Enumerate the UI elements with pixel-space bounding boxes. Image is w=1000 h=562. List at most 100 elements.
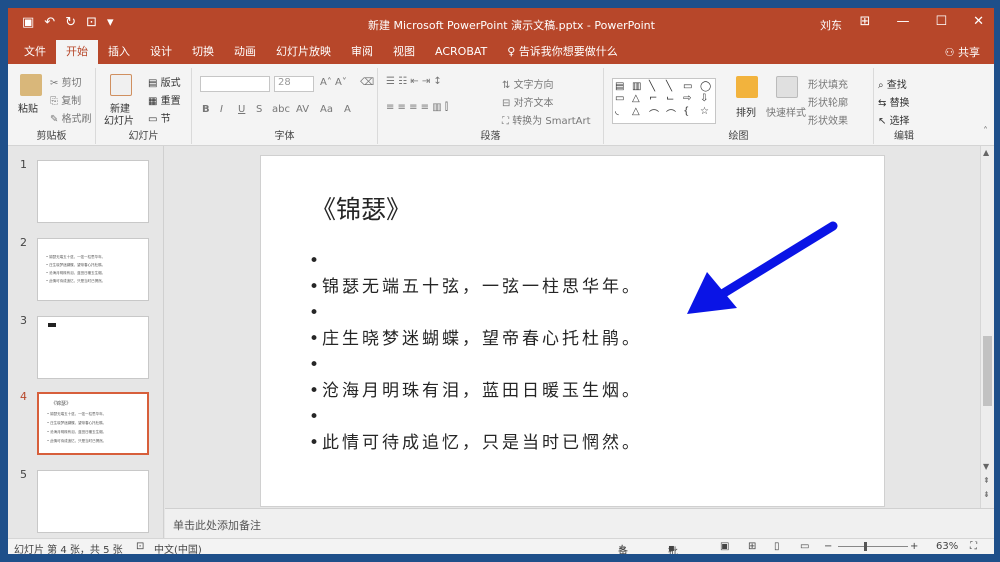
curve3-shape-icon[interactable]: ⌒	[666, 106, 682, 121]
smartart-button[interactable]: ⛶ 转换为 SmartArt	[502, 112, 591, 127]
reading-view-icon[interactable]: ▯	[774, 541, 780, 552]
tab-home[interactable]: 开始	[56, 40, 98, 64]
align-icons[interactable]: ≡ ≡ ≡ ≡ ▥ ⫿	[386, 102, 448, 113]
new-slide-icon[interactable]	[110, 74, 132, 96]
text-direction-button[interactable]: ⇅ 文字方向	[502, 76, 554, 91]
rect2-shape-icon[interactable]: ▭	[615, 93, 631, 104]
tab-slideshow[interactable]: 幻灯片放映	[266, 40, 341, 64]
cut-button[interactable]: ✂ 剪切	[50, 74, 82, 89]
zoom-in-icon[interactable]: +	[910, 541, 918, 552]
arrange-button[interactable]: 排列	[736, 104, 756, 119]
font-size-combo[interactable]: 28	[274, 76, 314, 92]
paste-icon[interactable]	[20, 74, 42, 96]
tab-animations[interactable]: 动画	[224, 40, 266, 64]
slideshow-view-icon[interactable]: ▭	[800, 541, 809, 552]
ribbon-options-icon[interactable]: ⊞	[860, 14, 871, 29]
tab-review[interactable]: 审阅	[341, 40, 383, 64]
tab-design[interactable]: 设计	[140, 40, 182, 64]
scroll-down-icon[interactable]: ▼	[983, 462, 989, 471]
italic-button[interactable]: I	[220, 104, 223, 115]
brace-shape-icon[interactable]: {	[683, 106, 699, 121]
vertical-scrollbar[interactable]: ▲ ▼ ⇞ ⇟	[980, 146, 994, 508]
rect-shape-icon[interactable]: ▭	[683, 81, 699, 92]
new-slide-button-label[interactable]: 幻灯片	[104, 112, 134, 127]
slide-title[interactable]: 《锦瑟》	[311, 190, 411, 226]
prev-slide-icon[interactable]: ⇞	[983, 476, 990, 485]
arrow-shape-icon[interactable]: ⇨	[683, 93, 699, 104]
copy-button[interactable]: ⎘ 复制	[50, 92, 81, 107]
zoom-level[interactable]: 63%	[936, 541, 958, 552]
slide-body[interactable]: • •锦瑟无端五十弦，一弦一柱思华年。 • •庄生晓梦迷蝴蝶，望帝春心托杜鹃。 …	[309, 248, 642, 456]
restore-button[interactable]: ☐	[935, 14, 947, 29]
undo-icon[interactable]: ↶	[44, 15, 55, 30]
elbow-shape-icon[interactable]: ⌐	[649, 93, 665, 104]
zoom-slider[interactable]	[838, 546, 908, 547]
curve-shape-icon[interactable]: ◟	[615, 106, 631, 121]
replace-button[interactable]: ⇆ 替换	[878, 94, 910, 109]
redo-icon[interactable]: ↻	[65, 15, 76, 30]
tab-insert[interactable]: 插入	[98, 40, 140, 64]
bold-button[interactable]: B	[202, 104, 210, 115]
line-shape-icon[interactable]: ╲	[649, 81, 665, 92]
shapes-gallery[interactable]: ▤ ▥ ╲ ╲ ▭ ◯ ▭ △ ⌐ ⌙ ⇨ ⇩ ◟ △ ⌒ ⌒{☆	[612, 78, 716, 124]
round-shape-icon[interactable]: △	[632, 106, 648, 121]
quick-styles-button[interactable]: 快速样式	[766, 104, 806, 119]
star-shape-icon[interactable]: ☆	[700, 106, 716, 121]
normal-view-icon[interactable]: ▣	[720, 541, 729, 552]
change-case-button[interactable]: Aa	[320, 104, 333, 115]
oval-shape-icon[interactable]: ◯	[700, 81, 716, 92]
user-name[interactable]: 刘东	[820, 17, 842, 33]
align-text-button[interactable]: ⊟ 对齐文本	[502, 94, 554, 109]
spelling-icon[interactable]: ⊡	[136, 541, 144, 552]
font-color-button[interactable]: A	[344, 104, 351, 115]
strike-button[interactable]: S	[256, 104, 262, 115]
select-button[interactable]: ↖ 选择	[878, 112, 910, 127]
layout-button[interactable]: ▤ 版式	[148, 74, 181, 89]
quick-styles-icon[interactable]	[776, 76, 798, 98]
tell-me-box[interactable]: ♀ 告诉我你想要做什么	[507, 40, 618, 64]
underline-button[interactable]: U	[238, 104, 245, 115]
slide-thumbnail-1[interactable]	[37, 160, 149, 223]
shape-effects-button[interactable]: 形状效果	[808, 112, 848, 127]
language-indicator[interactable]: 中文(中国)	[154, 541, 202, 554]
reset-button[interactable]: ▦ 重置	[148, 92, 181, 107]
collapse-ribbon-icon[interactable]: ˄	[983, 126, 988, 137]
grow-font-icon[interactable]: A˄ A˅	[320, 77, 347, 88]
slide-thumbnail-3[interactable]	[37, 316, 149, 379]
save-icon[interactable]: ▣	[22, 15, 34, 30]
customize-qat-icon[interactable]: ▾	[107, 15, 114, 30]
zoom-slider-thumb[interactable]	[864, 542, 867, 551]
zoom-out-icon[interactable]: −	[824, 541, 832, 552]
curve2-shape-icon[interactable]: ⌒	[649, 106, 665, 121]
slide-thumbnail-4[interactable]: 《锦瑟》 • 锦瑟无端五十弦，一弦一柱思华年。 • 庄生晓梦迷蝴蝶，望帝春心托杜…	[37, 392, 149, 455]
elbow2-shape-icon[interactable]: ⌙	[666, 93, 682, 104]
shadow-button[interactable]: abc	[272, 104, 290, 115]
fit-to-window-icon[interactable]: ⛶	[970, 541, 977, 552]
scrollbar-thumb[interactable]	[983, 336, 992, 406]
line2-shape-icon[interactable]: ╲	[666, 81, 682, 92]
clear-format-icon[interactable]: ⌫	[360, 77, 374, 88]
minimize-button[interactable]: —	[896, 14, 909, 29]
shape-outline-button[interactable]: 形状轮廓	[808, 94, 848, 109]
arrange-icon[interactable]	[736, 76, 758, 98]
slide-thumbnail-2[interactable]: • 锦瑟无端五十弦，一弦一柱思华年。 • 庄生晓梦迷蝴蝶，望帝春心托杜鹃。 • …	[37, 238, 149, 301]
paste-button[interactable]: 粘贴	[18, 100, 38, 115]
close-button[interactable]: ✕	[973, 14, 984, 29]
scroll-up-icon[interactable]: ▲	[983, 148, 989, 157]
share-button[interactable]: ⚇ 共享	[945, 44, 980, 60]
find-button[interactable]: ⌕ 查找	[878, 76, 907, 91]
format-painter-button[interactable]: ✎ 格式刷	[50, 110, 92, 125]
start-from-beginning-icon[interactable]: ⊡	[86, 15, 97, 30]
slide-canvas[interactable]: 《锦瑟》 • •锦瑟无端五十弦，一弦一柱思华年。 • •庄生晓梦迷蝴蝶，望帝春心…	[260, 155, 885, 507]
font-name-combo[interactable]	[200, 76, 270, 92]
tab-view[interactable]: 视图	[383, 40, 425, 64]
textbox-v-shape-icon[interactable]: ▥	[632, 81, 648, 92]
textbox-shape-icon[interactable]: ▤	[615, 81, 631, 92]
tab-transitions[interactable]: 切换	[182, 40, 224, 64]
section-button[interactable]: ▭ 节	[148, 110, 171, 125]
arrow2-shape-icon[interactable]: ⇩	[700, 93, 716, 104]
slide-thumbnail-5[interactable]	[37, 470, 149, 533]
next-slide-icon[interactable]: ⇟	[983, 490, 990, 499]
tab-file[interactable]: 文件	[14, 40, 56, 64]
bullets-icon[interactable]: ☰ ☷ ⇤ ⇥ ↕	[386, 76, 442, 87]
